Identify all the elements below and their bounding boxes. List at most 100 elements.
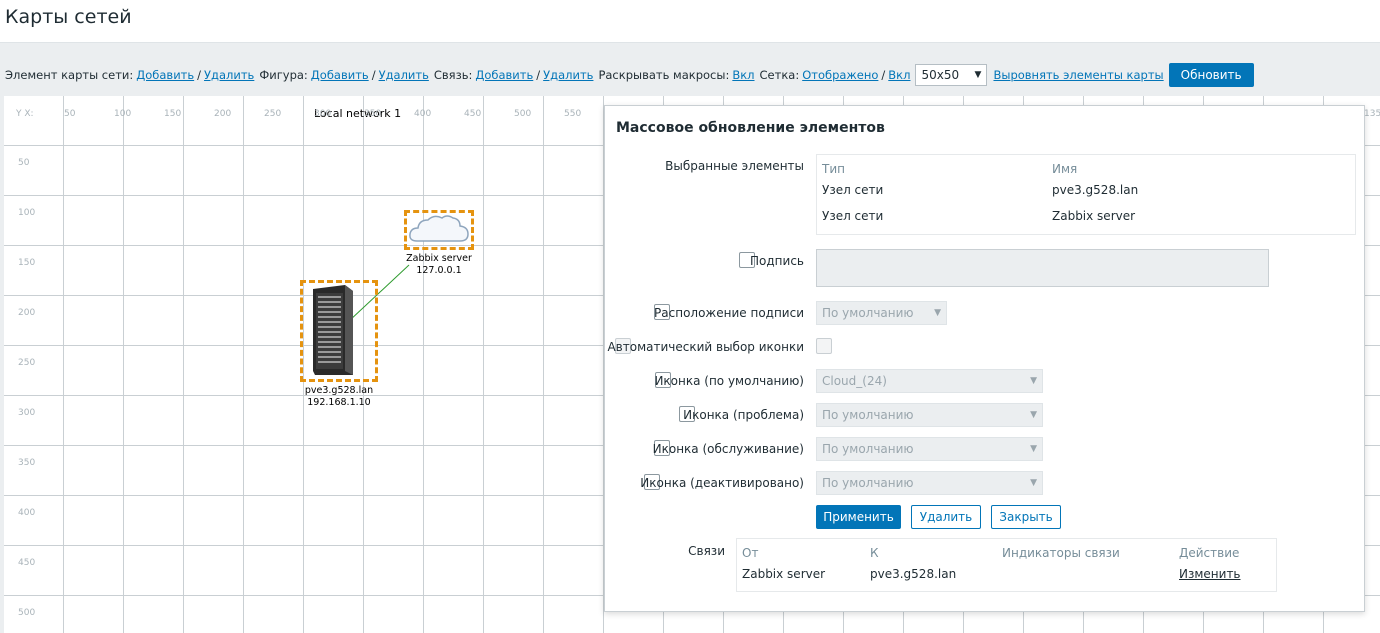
links-table: От К Индикаторы связи Действие Zabbix se…: [736, 538, 1277, 592]
label-location-select[interactable]: По умолчанию ▼: [816, 301, 947, 325]
ruler-x-tick: 300: [314, 109, 332, 119]
ruler-x-tick: 100: [114, 109, 132, 119]
shape-add-link[interactable]: Добавить: [311, 68, 369, 82]
link-add-link[interactable]: Добавить: [475, 68, 533, 82]
column-header-action: Действие: [1179, 546, 1240, 560]
ruler-y-tick: 200: [18, 308, 36, 318]
ruler-y-tick: 450: [18, 558, 36, 568]
close-button[interactable]: Закрыть: [991, 505, 1061, 529]
link-cell-to: pve3.g528.lan: [870, 567, 957, 581]
label-location-value: По умолчанию: [822, 306, 914, 320]
auto-icon-label: Автоматический выбор иконки: [607, 340, 804, 354]
icon-disabled-select[interactable]: По умолчанию ▼: [816, 471, 1043, 495]
chevron-down-icon: ▼: [1030, 444, 1037, 454]
chevron-down-icon: ▼: [974, 70, 982, 80]
table-cell-type: Узел сети: [822, 209, 884, 223]
link-remove-link[interactable]: Удалить: [543, 68, 593, 82]
links-label: Связи: [688, 544, 725, 558]
column-header-to: К: [870, 546, 879, 560]
chevron-down-icon: ▼: [1030, 478, 1037, 488]
grid-shown-link[interactable]: Отображено: [802, 68, 878, 82]
macros-toggle-link[interactable]: Вкл: [732, 68, 754, 82]
mass-update-dialog: Массовое обновление элементов Выбранные …: [604, 105, 1365, 612]
node-ip: 192.168.1.10: [307, 397, 371, 408]
table-cell-type: Узел сети: [822, 183, 884, 197]
ruler-y-tick: 500: [18, 608, 36, 618]
ruler-y-tick: 150: [18, 258, 36, 268]
separator: /: [536, 68, 541, 82]
ruler-y-tick: 250: [18, 358, 36, 368]
ruler-x-tick: 400: [414, 109, 432, 119]
chevron-down-icon: ▼: [934, 308, 941, 318]
label-caption: Подпись: [750, 254, 804, 268]
ruler-x-tick: 1350: [1364, 109, 1380, 119]
node-ip: 127.0.0.1: [416, 265, 462, 276]
ruler-x-tick: 350: [364, 109, 382, 119]
ruler-y-tick: 50: [18, 158, 30, 168]
icon-problem-label: Иконка (проблема): [683, 408, 804, 422]
grid-size-select[interactable]: 50x50 ▼: [915, 64, 988, 86]
shape-remove-link[interactable]: Удалить: [379, 68, 429, 82]
macros-label: Раскрывать макросы:: [598, 68, 730, 82]
label-location-label: Расположение подписи: [654, 306, 804, 320]
icon-maintenance-label: Иконка (обслуживание): [652, 442, 804, 456]
icon-default-label: Иконка (по умолчанию): [654, 374, 804, 388]
column-header-type: Тип: [822, 162, 845, 176]
ruler-x-tick: 200: [214, 109, 232, 119]
icon-disabled-label: Иконка (деактивировано): [640, 476, 804, 490]
chevron-down-icon: ▼: [1030, 410, 1037, 420]
ruler-y-tick: 400: [18, 508, 36, 518]
node-label-zabbix-server: Zabbix server 127.0.0.1: [389, 253, 489, 277]
ruler-x-tick: 550: [564, 109, 582, 119]
column-header-from: От: [742, 546, 759, 560]
element-remove-link[interactable]: Удалить: [204, 68, 254, 82]
element-add-link[interactable]: Добавить: [136, 68, 194, 82]
server-icon: [313, 285, 353, 375]
ruler-y-tick: 350: [18, 458, 36, 468]
ruler-x-tick: 500: [514, 109, 532, 119]
node-name: Zabbix server: [406, 253, 472, 264]
grid-label: Сетка:: [759, 68, 800, 82]
dialog-title: Массовое обновление элементов: [616, 120, 885, 136]
map-node-zabbix-server[interactable]: [404, 210, 474, 250]
ruler-x-tick: 50: [64, 109, 76, 119]
chevron-down-icon: ▼: [1030, 376, 1037, 386]
cloud-icon: [409, 215, 469, 242]
ruler-x-tick: 150: [164, 109, 182, 119]
label-textarea[interactable]: [816, 249, 1269, 287]
align-elements-link[interactable]: Выровнять элементы карты: [993, 68, 1163, 82]
ruler-x-tick: 250: [264, 109, 282, 119]
icon-problem-select[interactable]: По умолчанию ▼: [816, 403, 1043, 427]
icon-disabled-value: По умолчанию: [822, 476, 914, 490]
icon-default-value: Cloud_(24): [822, 374, 887, 388]
column-header-name: Имя: [1052, 162, 1078, 176]
link-cell-from: Zabbix server: [742, 567, 826, 581]
auto-icon-value-checkbox[interactable]: [816, 338, 832, 354]
link-edit-link[interactable]: Изменить: [1179, 567, 1241, 581]
node-label-pve3: pve3.g528.lan 192.168.1.10: [289, 385, 389, 409]
separator: /: [371, 68, 376, 82]
element-label: Элемент карты сети:: [5, 68, 134, 82]
icon-maintenance-select[interactable]: По умолчанию ▼: [816, 437, 1043, 461]
map-node-pve3[interactable]: [300, 280, 378, 382]
page-title: Карты сетей: [5, 6, 132, 28]
icon-default-select[interactable]: Cloud_(24) ▼: [816, 369, 1043, 393]
update-button[interactable]: Обновить: [1168, 63, 1254, 87]
column-header-indicators: Индикаторы связи: [1002, 546, 1120, 560]
table-cell-name: Zabbix server: [1052, 209, 1136, 223]
grid-size-value: 50x50: [921, 68, 960, 82]
map-toolbar: Элемент карты сети: Добавить / Удалить Ф…: [5, 63, 1254, 87]
remove-button[interactable]: Удалить: [911, 505, 981, 529]
selected-elements-label: Выбранные элементы: [665, 159, 804, 173]
apply-button[interactable]: Применить: [816, 505, 901, 529]
icon-problem-value: По умолчанию: [822, 408, 914, 422]
ruler-y-tick: 100: [18, 208, 36, 218]
ruler-y-tick: 300: [18, 408, 36, 418]
link-label: Связь:: [433, 68, 473, 82]
separator: /: [881, 68, 886, 82]
grid-on-link[interactable]: Вкл: [888, 68, 910, 82]
node-name: pve3.g528.lan: [304, 385, 374, 396]
page-header: Карты сетей: [0, 0, 1380, 43]
shape-label: Фигура:: [259, 68, 308, 82]
icon-maintenance-value: По умолчанию: [822, 442, 914, 456]
